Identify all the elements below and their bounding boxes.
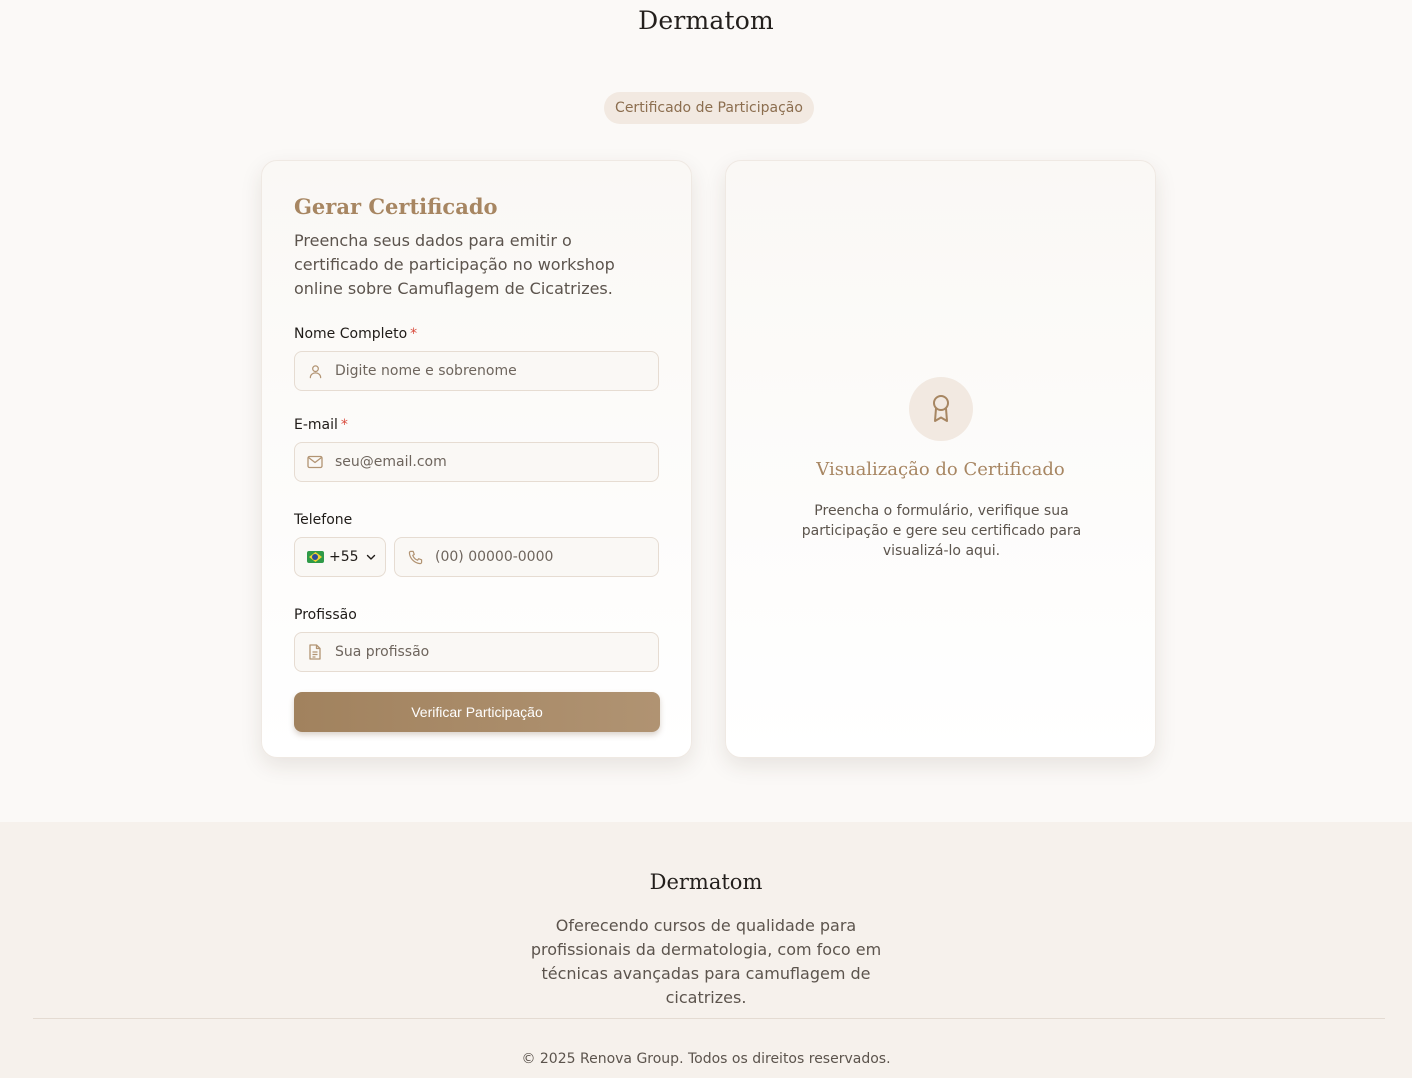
footer-description: Oferecendo cursos de qualidade para prof…	[530, 916, 882, 1007]
profession-label: Profissão	[294, 607, 357, 623]
preview-title: Visualização do Certificado	[816, 459, 1065, 480]
award-icon-circle	[909, 377, 973, 441]
email-placeholder: seu@email.com	[335, 454, 447, 470]
certificate-form-card: Gerar Certificado Preencha seus dados pa…	[261, 160, 692, 758]
profession-placeholder: Sua profissão	[335, 644, 430, 660]
phone-placeholder: (00) 00000-0000	[435, 549, 554, 565]
profession-field-group: Profissão Sua profissão	[294, 607, 659, 672]
phone-input[interactable]: (00) 00000-0000	[394, 537, 659, 577]
certificate-preview-card: Visualização do Certificado Preencha o f…	[725, 160, 1156, 758]
required-mark: *	[410, 326, 418, 342]
email-label-text: E-mail	[294, 417, 338, 433]
user-icon	[307, 363, 323, 379]
country-code-value: +55	[329, 549, 359, 565]
profession-input[interactable]: Sua profissão	[294, 632, 659, 672]
required-mark: *	[340, 417, 348, 433]
mail-icon	[307, 454, 323, 470]
name-field-group: Nome Completo * Digite nome e sobrenome	[294, 326, 659, 391]
phone-icon	[407, 549, 423, 565]
phone-field-group: Telefone +55 (00) 00000-0000	[294, 512, 659, 577]
chevron-down-icon	[365, 551, 377, 563]
certificate-badge: Certificado de Participação	[604, 92, 814, 124]
name-label-text: Nome Completo	[294, 326, 408, 342]
phone-label: Telefone	[294, 512, 353, 528]
email-label: E-mail *	[294, 417, 659, 433]
brazil-flag-icon	[307, 551, 324, 563]
name-placeholder: Digite nome e sobrenome	[335, 363, 517, 379]
phone-row: +55 (00) 00000-0000	[294, 537, 659, 577]
header-brand: Dermatom	[638, 6, 774, 35]
footer-brand: Dermatom	[649, 870, 763, 894]
footer-copyright: © 2025 Renova Group. Todos os direitos r…	[521, 1051, 891, 1067]
email-input[interactable]: seu@email.com	[294, 442, 659, 482]
footer-divider	[33, 1018, 1385, 1019]
country-code-select[interactable]: +55	[294, 537, 386, 577]
name-input[interactable]: Digite nome e sobrenome	[294, 351, 659, 391]
name-label: Nome Completo *	[294, 326, 659, 342]
document-icon	[307, 644, 323, 660]
preview-description: Preencha o formulário, verifique sua par…	[801, 503, 1082, 559]
award-icon	[930, 394, 952, 424]
form-description: Preencha seus dados para emitir o certif…	[294, 231, 615, 298]
verify-participation-button[interactable]: Verificar Participação	[294, 692, 660, 732]
footer: Dermatom Oferecendo cursos de qualidade …	[0, 822, 1412, 1078]
form-title: Gerar Certificado	[294, 194, 498, 219]
email-field-group: E-mail * seu@email.com	[294, 417, 659, 482]
